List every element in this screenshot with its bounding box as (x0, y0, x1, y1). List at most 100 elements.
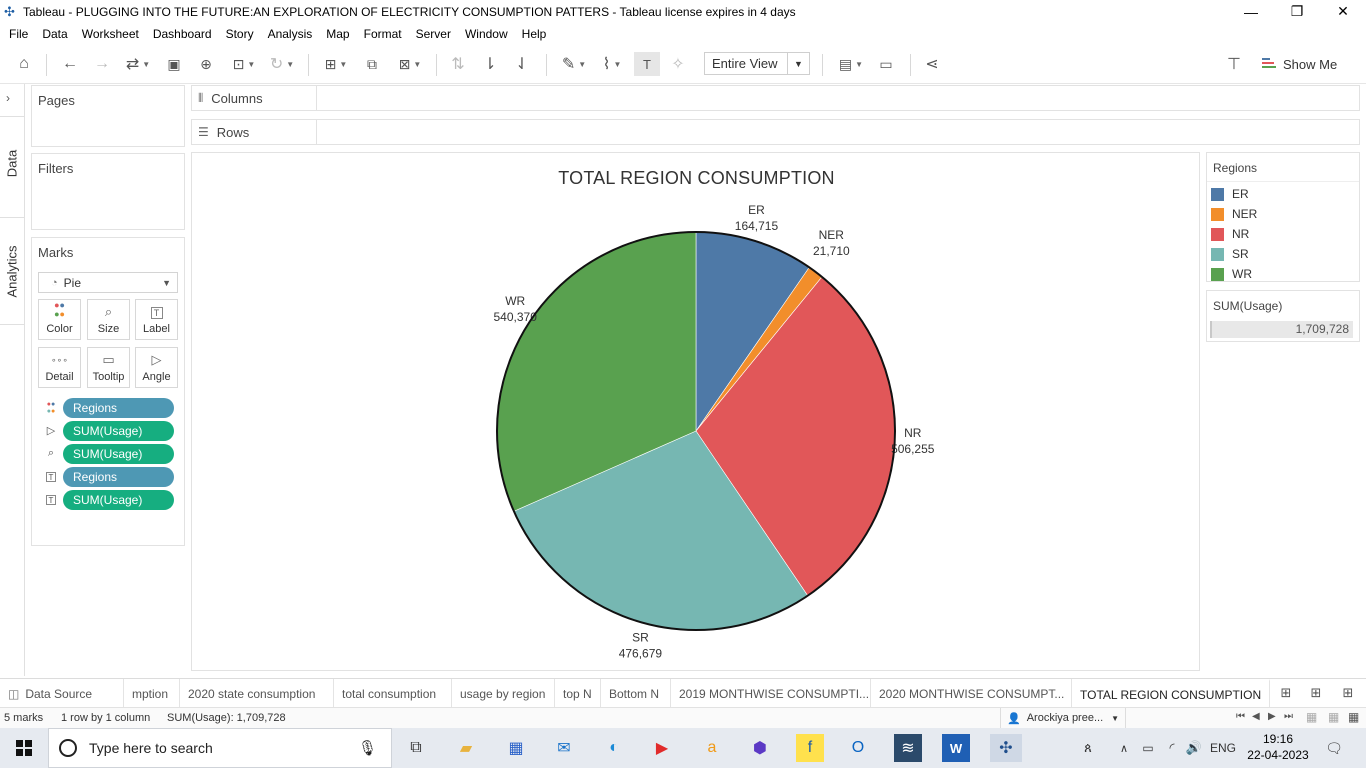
pie-chart[interactable]: ER 164,715 NER 21,710 NR 506,255 SR 476,679 WR 54… (192, 153, 1201, 672)
sort-descending-icon[interactable]: ⇃ (510, 52, 534, 76)
word-icon[interactable]: W (942, 734, 970, 762)
show-mark-labels-icon[interactable]: T (634, 52, 660, 76)
tab-sheet[interactable]: 2019 MONTHWISE CONSUMPTI... (671, 679, 871, 708)
legend-item[interactable]: WR (1211, 266, 1252, 282)
menu-format[interactable]: Format (359, 27, 407, 41)
new-dashboard-icon[interactable]: ⊞ (1306, 681, 1326, 705)
menu-data[interactable]: Data (37, 27, 72, 41)
usage-label-pill[interactable]: SUM(Usage) (63, 489, 174, 510)
detail-button[interactable]: ∘∘∘ Detail (38, 347, 81, 388)
pages-card[interactable]: Pages (31, 85, 185, 147)
minimize-icon[interactable]: — (1228, 0, 1274, 23)
mark-type-select[interactable]: ◔ Pie ▼ (38, 272, 178, 293)
language-indicator[interactable]: ENG (1206, 734, 1240, 762)
menu-story[interactable]: Story (221, 27, 259, 41)
file-explorer-icon[interactable]: ▰ (452, 734, 480, 762)
start-button[interactable] (0, 728, 48, 768)
menu-map[interactable]: Map (321, 27, 354, 41)
tab-sheet[interactable]: mption (124, 679, 180, 708)
app-icon[interactable]: ⬢ (746, 734, 774, 762)
fit-select[interactable]: Entire View ▼ (704, 52, 810, 75)
analytics-tab[interactable]: Analytics (5, 238, 20, 306)
volume-icon[interactable]: 🔊 (1180, 734, 1208, 762)
notifications-icon[interactable]: 🗨 (1320, 734, 1348, 762)
menu-worksheet[interactable]: Worksheet (77, 27, 144, 41)
data-tab[interactable]: Data (5, 144, 20, 184)
tab-sheet[interactable]: top N (555, 679, 601, 708)
legend-item[interactable]: NR (1211, 226, 1249, 242)
expand-icon[interactable]: › (6, 91, 10, 105)
microsoft-store-icon[interactable]: ▦ (502, 734, 530, 762)
duplicate-sheet-icon[interactable]: ⧉ (360, 52, 384, 76)
task-view-icon[interactable]: ⧉ (402, 734, 430, 762)
redo-icon[interactable]: → (90, 52, 114, 76)
label-button[interactable]: T Label (135, 299, 178, 340)
mysql-icon[interactable]: ≋ (894, 734, 922, 762)
swap-rows-columns-icon[interactable]: ⇅ (446, 52, 470, 76)
new-story-icon[interactable]: ⊞ (1338, 681, 1358, 705)
clear-sheet-icon[interactable]: ⊠ ▼ (392, 52, 428, 76)
tab-sheet[interactable]: total consumption (334, 679, 452, 708)
regions-color-pill[interactable]: Regions (63, 397, 174, 418)
rows-shelf[interactable]: ☰ Rows (191, 119, 1360, 145)
first-sheet-icon[interactable]: ⏮ (1236, 711, 1245, 722)
show-cards-icon[interactable]: ▤ ▼ (834, 52, 868, 76)
menu-server[interactable]: Server (411, 27, 456, 41)
tab-sheet-active[interactable]: TOTAL REGION CONSUMPTION (1072, 679, 1270, 708)
user-menu[interactable]: 👤 Arockiya pree... ▼ (1000, 708, 1126, 728)
tab-data-source[interactable]: ◫ Data Source (0, 679, 124, 708)
format-workbook-icon[interactable]: ⊤ (1222, 52, 1246, 76)
people-icon[interactable]: ጰ (1074, 734, 1102, 762)
undo-icon[interactable]: ← (58, 52, 82, 76)
group-members-icon[interactable]: ⌇ ▼ (594, 52, 630, 76)
tabs-icon[interactable]: ▦ (1348, 710, 1359, 724)
tab-sheet[interactable]: usage by region (452, 679, 555, 708)
usage-angle-pill[interactable]: SUM(Usage) (63, 420, 174, 441)
legend-item[interactable]: SR (1211, 246, 1249, 262)
outlook-icon[interactable]: O (844, 734, 872, 762)
fix-axes-icon[interactable]: ✧ (666, 52, 690, 76)
tab-sheet[interactable]: 2020 state consumption (180, 679, 334, 708)
home-icon[interactable]: ⌂ (12, 52, 36, 76)
show-me-button[interactable]: Show Me (1262, 52, 1337, 76)
restore-icon[interactable]: ❐ (1274, 0, 1320, 23)
share-icon[interactable]: ⋖ (920, 52, 944, 76)
highlight-icon[interactable]: ✎ ▼ (556, 52, 592, 76)
menu-dashboard[interactable]: Dashboard (148, 27, 217, 41)
refresh-icon[interactable]: ↻ ▼ (264, 52, 300, 76)
menu-analysis[interactable]: Analysis (263, 27, 318, 41)
tab-sheet[interactable]: Bottom N (601, 679, 671, 708)
new-worksheet-icon[interactable]: ⊞ ▼ (318, 52, 354, 76)
clock[interactable]: 19:16 22-04-2023 (1246, 731, 1310, 763)
replace-data-icon[interactable]: ⇄ ▼ (120, 52, 156, 76)
legend-item[interactable]: NER (1211, 206, 1257, 222)
tooltip-button[interactable]: ▭ Tooltip (87, 347, 130, 388)
angle-button[interactable]: ▷ Angle (135, 347, 178, 388)
menu-window[interactable]: Window (460, 27, 513, 41)
columns-shelf[interactable]: ⦀ Columns (191, 85, 1360, 111)
edge-icon[interactable]: ◐ (600, 734, 628, 762)
sort-ascending-icon[interactable]: ⇂ (478, 52, 502, 76)
menu-file[interactable]: File (4, 27, 33, 41)
size-button[interactable]: ⌕ Size (87, 299, 130, 340)
sheet-sorter-icon[interactable]: ▦ (1306, 710, 1317, 724)
tab-sheet[interactable]: 2020 MONTHWISE CONSUMPT... (871, 679, 1072, 708)
usage-size-pill[interactable]: SUM(Usage) (63, 443, 174, 464)
mail-icon[interactable]: ✉ (550, 734, 578, 762)
new-worksheet-icon[interactable]: ⊞ (1276, 681, 1296, 705)
close-icon[interactable]: ✕ (1320, 0, 1366, 23)
regions-label-pill[interactable]: Regions (63, 466, 174, 487)
flipkart-icon[interactable]: f (796, 734, 824, 762)
taskbar-search[interactable]: Type here to search 🎙 (48, 728, 392, 768)
amazon-icon[interactable]: a (698, 734, 726, 762)
view-canvas[interactable]: TOTAL REGION CONSUMPTION ER 164,715 NER 21,… (191, 152, 1200, 671)
pause-updates-icon[interactable]: ⊡ ▼ (226, 52, 262, 76)
filters-card[interactable]: Filters (31, 153, 185, 230)
film-strip-icon[interactable]: ▦ (1328, 710, 1339, 724)
youtube-icon[interactable]: ▶ (648, 734, 676, 762)
last-sheet-icon[interactable]: ⏭ (1284, 711, 1293, 722)
tableau-taskbar-icon[interactable]: ✣ (990, 734, 1022, 762)
menu-help[interactable]: Help (517, 27, 552, 41)
next-sheet-icon[interactable]: ▶ (1268, 711, 1276, 722)
microphone-icon[interactable]: 🎙 (358, 739, 377, 757)
